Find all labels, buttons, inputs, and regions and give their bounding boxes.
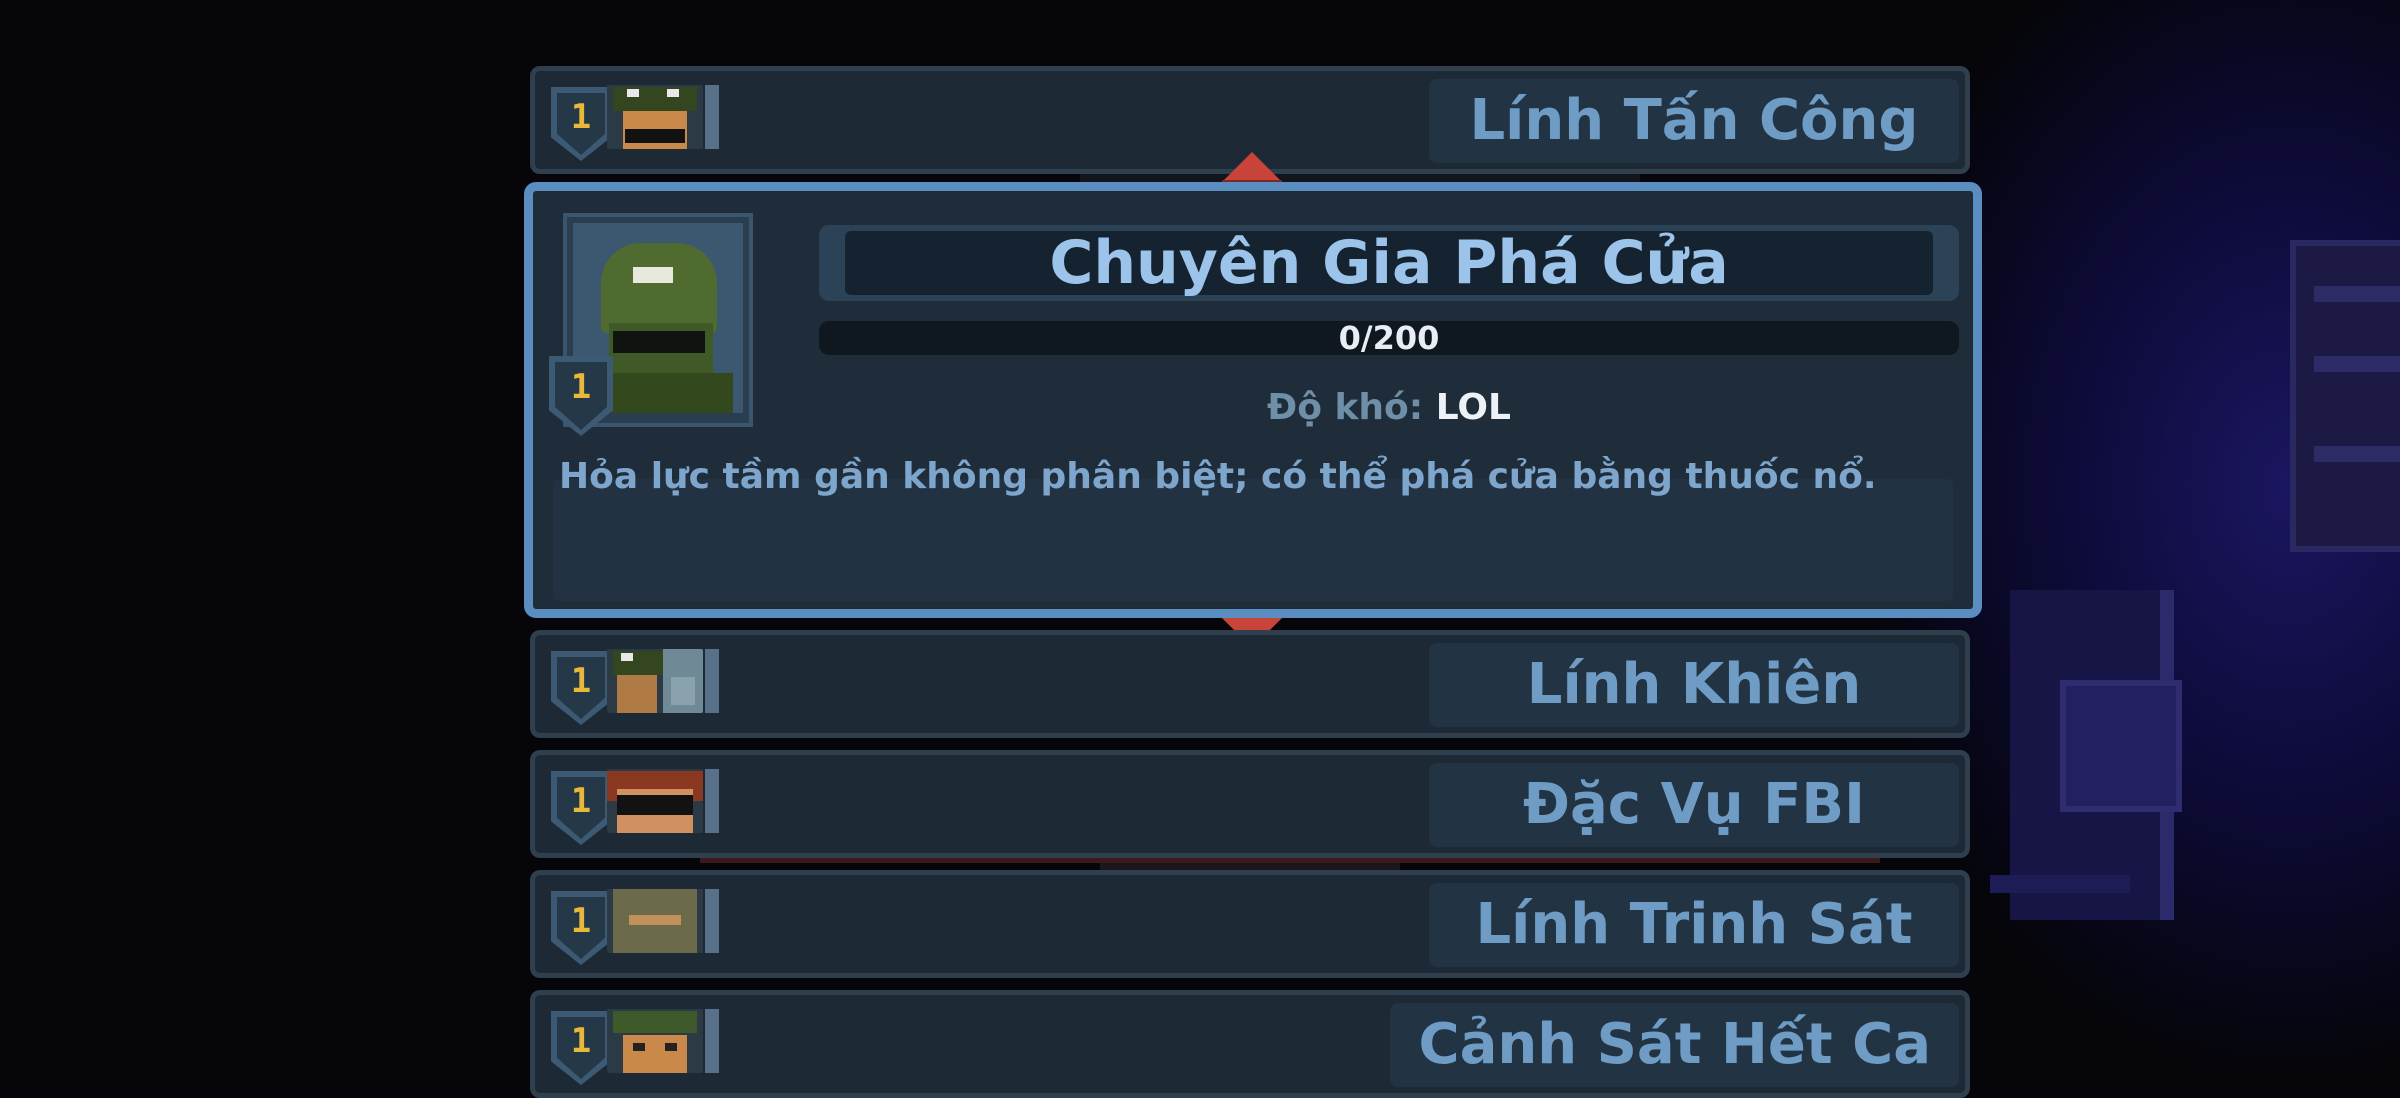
unlock-progress-bar: 0/200 bbox=[819, 321, 1959, 355]
level-number: 1 bbox=[570, 901, 592, 941]
difficulty-value: LOL bbox=[1435, 387, 1511, 428]
selected-soldier-card[interactable]: 1 Chuyên Gia Phá Cửa 0/200 Độ khó: LOL H… bbox=[524, 182, 1982, 618]
level-number: 1 bbox=[570, 367, 592, 407]
portrait-strip bbox=[705, 889, 719, 953]
triangle-up-icon[interactable] bbox=[1222, 152, 1282, 182]
soldier-name: Cảnh Sát Hết Ca bbox=[1390, 1003, 1959, 1087]
soldier-title-bar: Chuyên Gia Phá Cửa bbox=[819, 225, 1959, 301]
assault-portrait bbox=[607, 85, 703, 149]
level-number: 1 bbox=[570, 97, 592, 137]
portrait-strip bbox=[705, 1009, 719, 1073]
roster-row-fbi[interactable]: 1 Đặc Vụ FBI bbox=[530, 750, 1970, 858]
portrait-strip bbox=[705, 85, 719, 149]
scout-portrait bbox=[607, 889, 703, 953]
difficulty-line: Độ khó: LOL bbox=[819, 387, 1959, 428]
background-crate bbox=[2060, 680, 2182, 812]
background-rail bbox=[1990, 875, 2130, 893]
progress-text: 0/200 bbox=[1338, 321, 1440, 355]
level-number: 1 bbox=[570, 1021, 592, 1061]
level-number: 1 bbox=[570, 781, 592, 821]
shield-soldier-portrait bbox=[607, 649, 703, 713]
roster-row-scout[interactable]: 1 Lính Trinh Sát bbox=[530, 870, 1970, 978]
level-number: 1 bbox=[570, 661, 592, 701]
offduty-cop-portrait bbox=[607, 1009, 703, 1073]
soldier-name: Lính Khiên bbox=[1429, 643, 1959, 727]
difficulty-label: Độ khó: bbox=[1267, 387, 1424, 428]
fbi-agent-portrait bbox=[607, 769, 703, 833]
roster-row-offduty-cop[interactable]: 1 Cảnh Sát Hết Ca bbox=[530, 990, 1970, 1098]
soldier-name: Lính Trinh Sát bbox=[1429, 883, 1959, 967]
soldier-title: Chuyên Gia Phá Cửa bbox=[845, 231, 1933, 295]
soldier-description: Hỏa lực tầm gần không phân biệt; có thể … bbox=[559, 456, 1877, 497]
background-wall-panel bbox=[2290, 240, 2400, 552]
roster-row-shield[interactable]: 1 Lính Khiên bbox=[530, 630, 1970, 738]
portrait-strip bbox=[705, 769, 719, 833]
portrait-strip bbox=[705, 649, 719, 713]
soldier-name: Lính Tấn Công bbox=[1429, 79, 1959, 163]
soldier-name: Đặc Vụ FBI bbox=[1429, 763, 1959, 847]
